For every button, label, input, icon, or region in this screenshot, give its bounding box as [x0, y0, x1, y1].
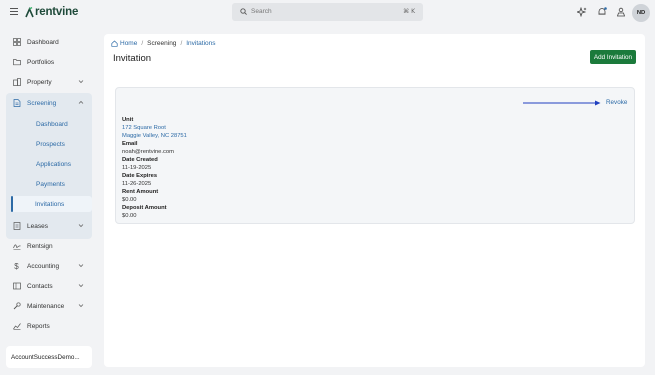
sidebar-item-label: Accounting [27, 262, 60, 270]
home-icon[interactable] [111, 40, 118, 47]
date-expires-value: 11-26-2025 [122, 181, 152, 187]
chevron-down-icon[interactable] [78, 79, 84, 84]
arrow-right-icon [523, 100, 601, 106]
chevron-down-icon[interactable] [78, 223, 84, 228]
brand-logo[interactable]: rentvine [25, 6, 78, 18]
sidebar-item-label: Property [27, 78, 52, 86]
sidebar-item-label: Screening [27, 99, 57, 107]
sidebar-item-label: Maintenance [27, 302, 65, 310]
main-panel: Home / Screening / Invitations Invitatio… [104, 34, 645, 367]
user-profile-icon[interactable] [616, 7, 626, 17]
sidebar-item-maintenance[interactable]: Maintenance [6, 297, 92, 315]
contact-card-icon [12, 282, 21, 291]
sidebar-item-contacts[interactable]: Contacts [6, 277, 92, 295]
notification-bell-icon[interactable] [597, 7, 607, 17]
sidebar-item-portfolios[interactable]: Portfolios [6, 53, 92, 71]
search-shortcut: ⌘ K [403, 8, 415, 15]
unit-address-line1[interactable]: 172 Square Root [122, 124, 187, 132]
chevron-down-icon[interactable] [78, 263, 84, 268]
rent-amount-value: $0.00 [122, 197, 137, 203]
breadcrumb-home[interactable]: Home [120, 40, 137, 47]
menu-icon[interactable] [10, 8, 18, 16]
date-expires-label: Date Expires [122, 173, 158, 179]
sparkle-icon[interactable] [577, 7, 587, 17]
sidebar-item-label: Dashboard [27, 38, 59, 46]
chevron-down-icon[interactable] [78, 283, 84, 288]
search-bar[interactable]: Search ⌘ K [232, 3, 423, 21]
sidebar-subitem-label: Prospects [36, 140, 65, 148]
rent-amount-label: Rent Amount [122, 189, 159, 195]
avatar[interactable]: ND [632, 4, 650, 22]
account-switcher[interactable]: AccountSuccessDemo... [6, 346, 92, 368]
sidebar-item-label: Reports [27, 322, 50, 330]
building-icon [12, 78, 21, 87]
sidebar-subitem-label: Invitations [35, 200, 65, 208]
logo-mark-icon [25, 6, 34, 17]
sidebar: Dashboard Portfolios Property Screening … [0, 25, 100, 375]
folder-icon [12, 58, 21, 67]
sidebar-subitem-label: Payments [36, 180, 65, 188]
chevron-down-icon[interactable] [78, 303, 84, 308]
deposit-amount-value: $0.00 [122, 213, 137, 219]
sidebar-item-rentsign[interactable]: Rentsign [6, 237, 92, 255]
top-bar: rentvine Search ⌘ K ND [0, 0, 655, 25]
sidebar-item-dashboard[interactable]: Dashboard [6, 33, 92, 51]
document-icon [12, 99, 21, 108]
deposit-amount-label: Deposit Amount [122, 205, 167, 211]
email-label: Email [122, 141, 138, 147]
sidebar-item-property[interactable]: Property [6, 73, 92, 91]
sidebar-subitem-label: Applications [36, 160, 72, 168]
dollar-icon: $ [14, 261, 19, 271]
brand-name: rentvine [35, 6, 79, 18]
sidebar-subitem-label: Dashboard [36, 120, 68, 128]
breadcrumb-invitations[interactable]: Invitations [186, 40, 215, 47]
add-invitation-button[interactable]: Add Invitation [590, 50, 636, 64]
invitation-details: Unit 172 Square Root Maggie Valley, NC 2… [122, 116, 187, 220]
sidebar-item-accounting[interactable]: $ Accounting [6, 257, 92, 275]
dashboard-icon [12, 38, 21, 47]
breadcrumb: Home / Screening / Invitations [111, 40, 216, 47]
breadcrumb-screening[interactable]: Screening [147, 40, 176, 47]
sidebar-subitem-dashboard[interactable]: Dashboard [12, 116, 92, 132]
date-created-value: 11-19-2025 [122, 165, 152, 171]
date-created-label: Date Created [122, 157, 158, 163]
signature-icon [12, 242, 21, 251]
sidebar-item-label: Rentsign [27, 242, 53, 250]
sidebar-item-label: Leases [27, 222, 48, 230]
sidebar-item-label: Contacts [27, 282, 53, 290]
chart-icon [12, 322, 21, 331]
wrench-icon [12, 302, 21, 311]
sidebar-subitem-applications[interactable]: Applications [12, 156, 92, 172]
search-input[interactable]: Search [251, 8, 272, 15]
email-value: noah@rentvine.com [122, 149, 174, 155]
lease-icon [12, 222, 21, 231]
chevron-up-icon[interactable] [78, 100, 84, 105]
sidebar-item-label: Portfolios [27, 58, 55, 66]
page-title: Invitation [113, 53, 152, 64]
sidebar-subitem-payments[interactable]: Payments [12, 176, 92, 192]
invitation-card: Revoke Unit 172 Square Root Maggie Valle… [115, 87, 635, 224]
breadcrumb-separator: / [180, 40, 183, 47]
search-icon [240, 8, 247, 15]
sidebar-item-leases[interactable]: Leases [6, 217, 92, 235]
revoke-link[interactable]: Revoke [606, 99, 627, 106]
unit-label: Unit [122, 117, 134, 123]
unit-address-line2[interactable]: Maggie Valley, NC 28751 [122, 132, 187, 140]
sidebar-subitem-prospects[interactable]: Prospects [12, 136, 92, 152]
sidebar-item-screening[interactable]: Screening [6, 94, 92, 112]
sidebar-subitem-invitations[interactable]: Invitations [11, 196, 92, 212]
sidebar-item-reports[interactable]: Reports [6, 317, 92, 335]
breadcrumb-separator: / [141, 40, 144, 47]
